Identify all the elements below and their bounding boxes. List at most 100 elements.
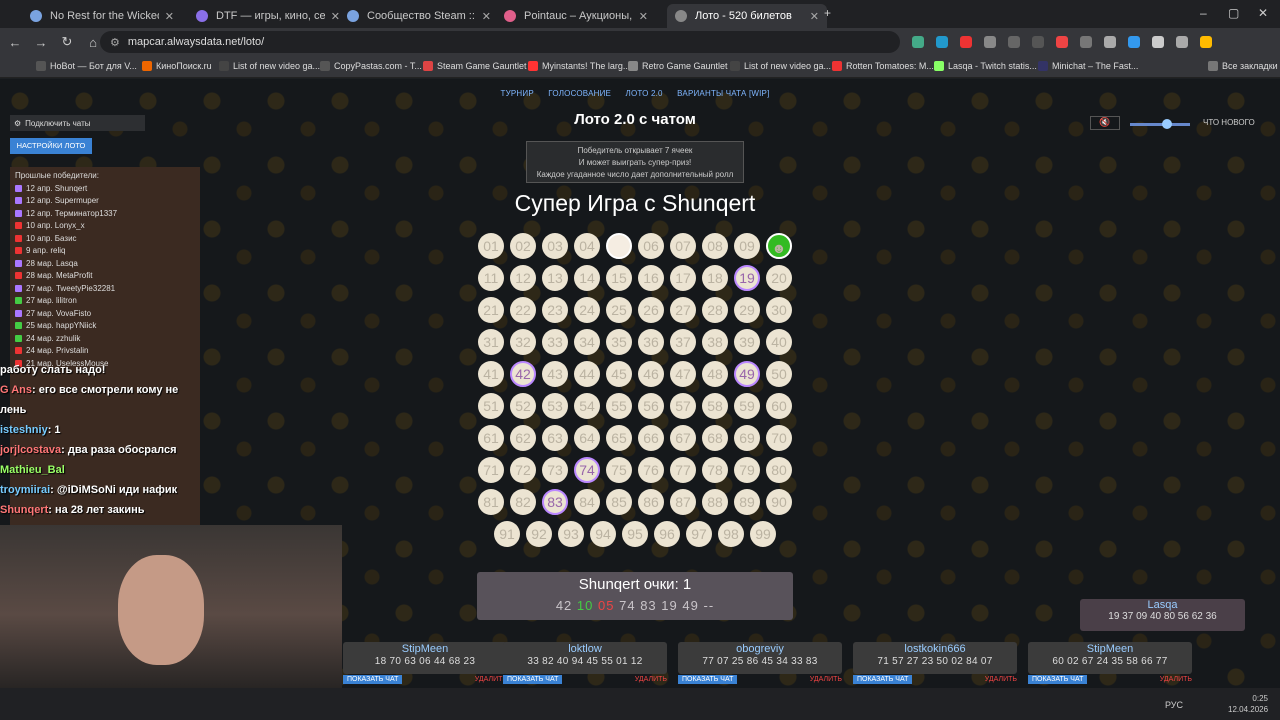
back-icon[interactable]: ← xyxy=(4,35,26,50)
number-cell[interactable]: 77 xyxy=(670,457,696,483)
extension-icon[interactable] xyxy=(912,36,924,48)
show-chat-button[interactable]: ПОКАЗАТЬ ЧАТ xyxy=(503,675,563,684)
number-cell[interactable]: 92 xyxy=(526,521,552,547)
bookmark-item[interactable]: List of new video ga... xyxy=(730,61,831,71)
delete-button[interactable]: УДАЛИТЬ xyxy=(810,676,842,683)
number-cell[interactable]: 15 xyxy=(606,265,632,291)
number-cell[interactable]: 38 xyxy=(702,329,728,355)
number-cell[interactable]: 03 xyxy=(542,233,568,259)
number-cell[interactable]: 58 xyxy=(702,393,728,419)
number-cell[interactable]: 88 xyxy=(702,489,728,515)
close-icon[interactable]: ✕ xyxy=(639,10,648,23)
number-cell[interactable]: 21 xyxy=(478,297,504,323)
number-cell[interactable]: 69 xyxy=(734,425,760,451)
number-cell[interactable]: 08 xyxy=(702,233,728,259)
number-cell[interactable]: 42 xyxy=(510,361,536,387)
number-cell[interactable]: 76 xyxy=(638,457,664,483)
number-cell[interactable]: 16 xyxy=(638,265,664,291)
close-icon[interactable]: ✕ xyxy=(482,10,491,23)
number-cell[interactable]: 41 xyxy=(478,361,504,387)
number-cell[interactable]: 46 xyxy=(638,361,664,387)
number-cell[interactable]: 70 xyxy=(766,425,792,451)
nav-tournament[interactable]: ТУРНИР xyxy=(500,89,533,98)
bookmark-item[interactable]: CopyPastas.com - T... xyxy=(320,61,422,71)
number-cell[interactable]: 27 xyxy=(670,297,696,323)
number-cell[interactable]: 01 xyxy=(478,233,504,259)
browser-tab[interactable]: Сообщество Steam :: pleb ✕ xyxy=(339,4,499,28)
nav-voting[interactable]: ГОЛОСОВАНИЕ xyxy=(548,89,611,98)
number-cell[interactable]: 20 xyxy=(766,265,792,291)
show-chat-button[interactable]: ПОКАЗАТЬ ЧАТ xyxy=(1028,675,1088,684)
number-cell[interactable]: 98 xyxy=(718,521,744,547)
number-cell[interactable]: 86 xyxy=(638,489,664,515)
browser-tab[interactable]: Лото - 520 билетов ✕ xyxy=(667,4,827,28)
extension-icon[interactable] xyxy=(960,36,972,48)
number-cell[interactable]: 23 xyxy=(542,297,568,323)
number-cell[interactable]: 48 xyxy=(702,361,728,387)
number-cell[interactable]: 83 xyxy=(542,489,568,515)
number-cell[interactable]: 94 xyxy=(590,521,616,547)
number-cell[interactable]: 53 xyxy=(542,393,568,419)
browser-tab[interactable]: Pointauc – Аукционы, лотереи ✕ xyxy=(496,4,656,28)
show-chat-button[interactable]: ПОКАЗАТЬ ЧАТ xyxy=(343,675,403,684)
extension-icon[interactable] xyxy=(1080,36,1092,48)
number-cell[interactable]: 93 xyxy=(558,521,584,547)
extension-icon[interactable] xyxy=(936,36,948,48)
extension-icon[interactable] xyxy=(1128,36,1140,48)
number-cell[interactable]: 31 xyxy=(478,329,504,355)
loto-settings-button[interactable]: НАСТРОЙКИ ЛОТО xyxy=(10,138,92,154)
number-cell[interactable]: 09 xyxy=(734,233,760,259)
number-cell[interactable]: 82 xyxy=(510,489,536,515)
number-cell[interactable]: 19 xyxy=(734,265,760,291)
bookmark-item[interactable]: КиноПоиск.ru xyxy=(142,61,212,71)
new-tab-icon[interactable]: + xyxy=(824,6,831,20)
number-cell[interactable] xyxy=(606,233,632,259)
number-cell[interactable]: 65 xyxy=(606,425,632,451)
extension-icon[interactable] xyxy=(1032,36,1044,48)
close-window-icon[interactable]: ✕ xyxy=(1258,6,1268,20)
number-cell[interactable]: 87 xyxy=(670,489,696,515)
extension-icon[interactable] xyxy=(1056,36,1068,48)
number-cell[interactable]: 24 xyxy=(574,297,600,323)
number-cell[interactable]: 66 xyxy=(638,425,664,451)
number-cell[interactable]: 51 xyxy=(478,393,504,419)
nav-chat-variants[interactable]: ВАРИАНТЫ ЧАТА [WIP] xyxy=(677,89,769,98)
number-cell[interactable]: 04 xyxy=(574,233,600,259)
number-cell[interactable]: 12 xyxy=(510,265,536,291)
bookmark-item[interactable]: List of new video ga... xyxy=(219,61,320,71)
maximize-icon[interactable]: ▢ xyxy=(1228,6,1239,20)
number-cell[interactable]: 43 xyxy=(542,361,568,387)
show-chat-button[interactable]: ПОКАЗАТЬ ЧАТ xyxy=(678,675,738,684)
number-cell[interactable]: 57 xyxy=(670,393,696,419)
number-cell[interactable]: 45 xyxy=(606,361,632,387)
show-chat-button[interactable]: ПОКАЗАТЬ ЧАТ xyxy=(853,675,913,684)
delete-button[interactable]: УДАЛИТЬ xyxy=(635,676,667,683)
bookmark-item[interactable]: Lasqa - Twitch statis... xyxy=(934,61,1037,71)
number-cell[interactable]: 78 xyxy=(702,457,728,483)
extension-icon[interactable] xyxy=(1104,36,1116,48)
site-info-icon[interactable]: ⚙ xyxy=(110,36,120,49)
extension-icon[interactable] xyxy=(1176,36,1188,48)
smiley-icon[interactable]: ☻ xyxy=(766,233,792,259)
forward-icon[interactable]: → xyxy=(30,35,52,50)
number-cell[interactable]: 50 xyxy=(766,361,792,387)
number-cell[interactable]: 52 xyxy=(510,393,536,419)
number-cell[interactable]: 84 xyxy=(574,489,600,515)
extension-icon[interactable] xyxy=(1152,36,1164,48)
number-cell[interactable]: 63 xyxy=(542,425,568,451)
number-cell[interactable]: 81 xyxy=(478,489,504,515)
number-cell[interactable]: 85 xyxy=(606,489,632,515)
number-cell[interactable]: 25 xyxy=(606,297,632,323)
browser-tab[interactable]: DTF — игры, кино, сериалы, р✕ xyxy=(188,4,348,28)
number-cell[interactable]: 32 xyxy=(510,329,536,355)
number-cell[interactable]: 47 xyxy=(670,361,696,387)
number-cell[interactable]: 54 xyxy=(574,393,600,419)
number-cell[interactable]: 91 xyxy=(494,521,520,547)
close-icon[interactable]: ✕ xyxy=(810,10,819,23)
number-cell[interactable]: 80 xyxy=(766,457,792,483)
number-cell[interactable]: 99 xyxy=(750,521,776,547)
number-cell[interactable]: 60 xyxy=(766,393,792,419)
number-cell[interactable]: 11 xyxy=(478,265,504,291)
reload-icon[interactable]: ↻ xyxy=(56,34,78,50)
number-cell[interactable]: 72 xyxy=(510,457,536,483)
